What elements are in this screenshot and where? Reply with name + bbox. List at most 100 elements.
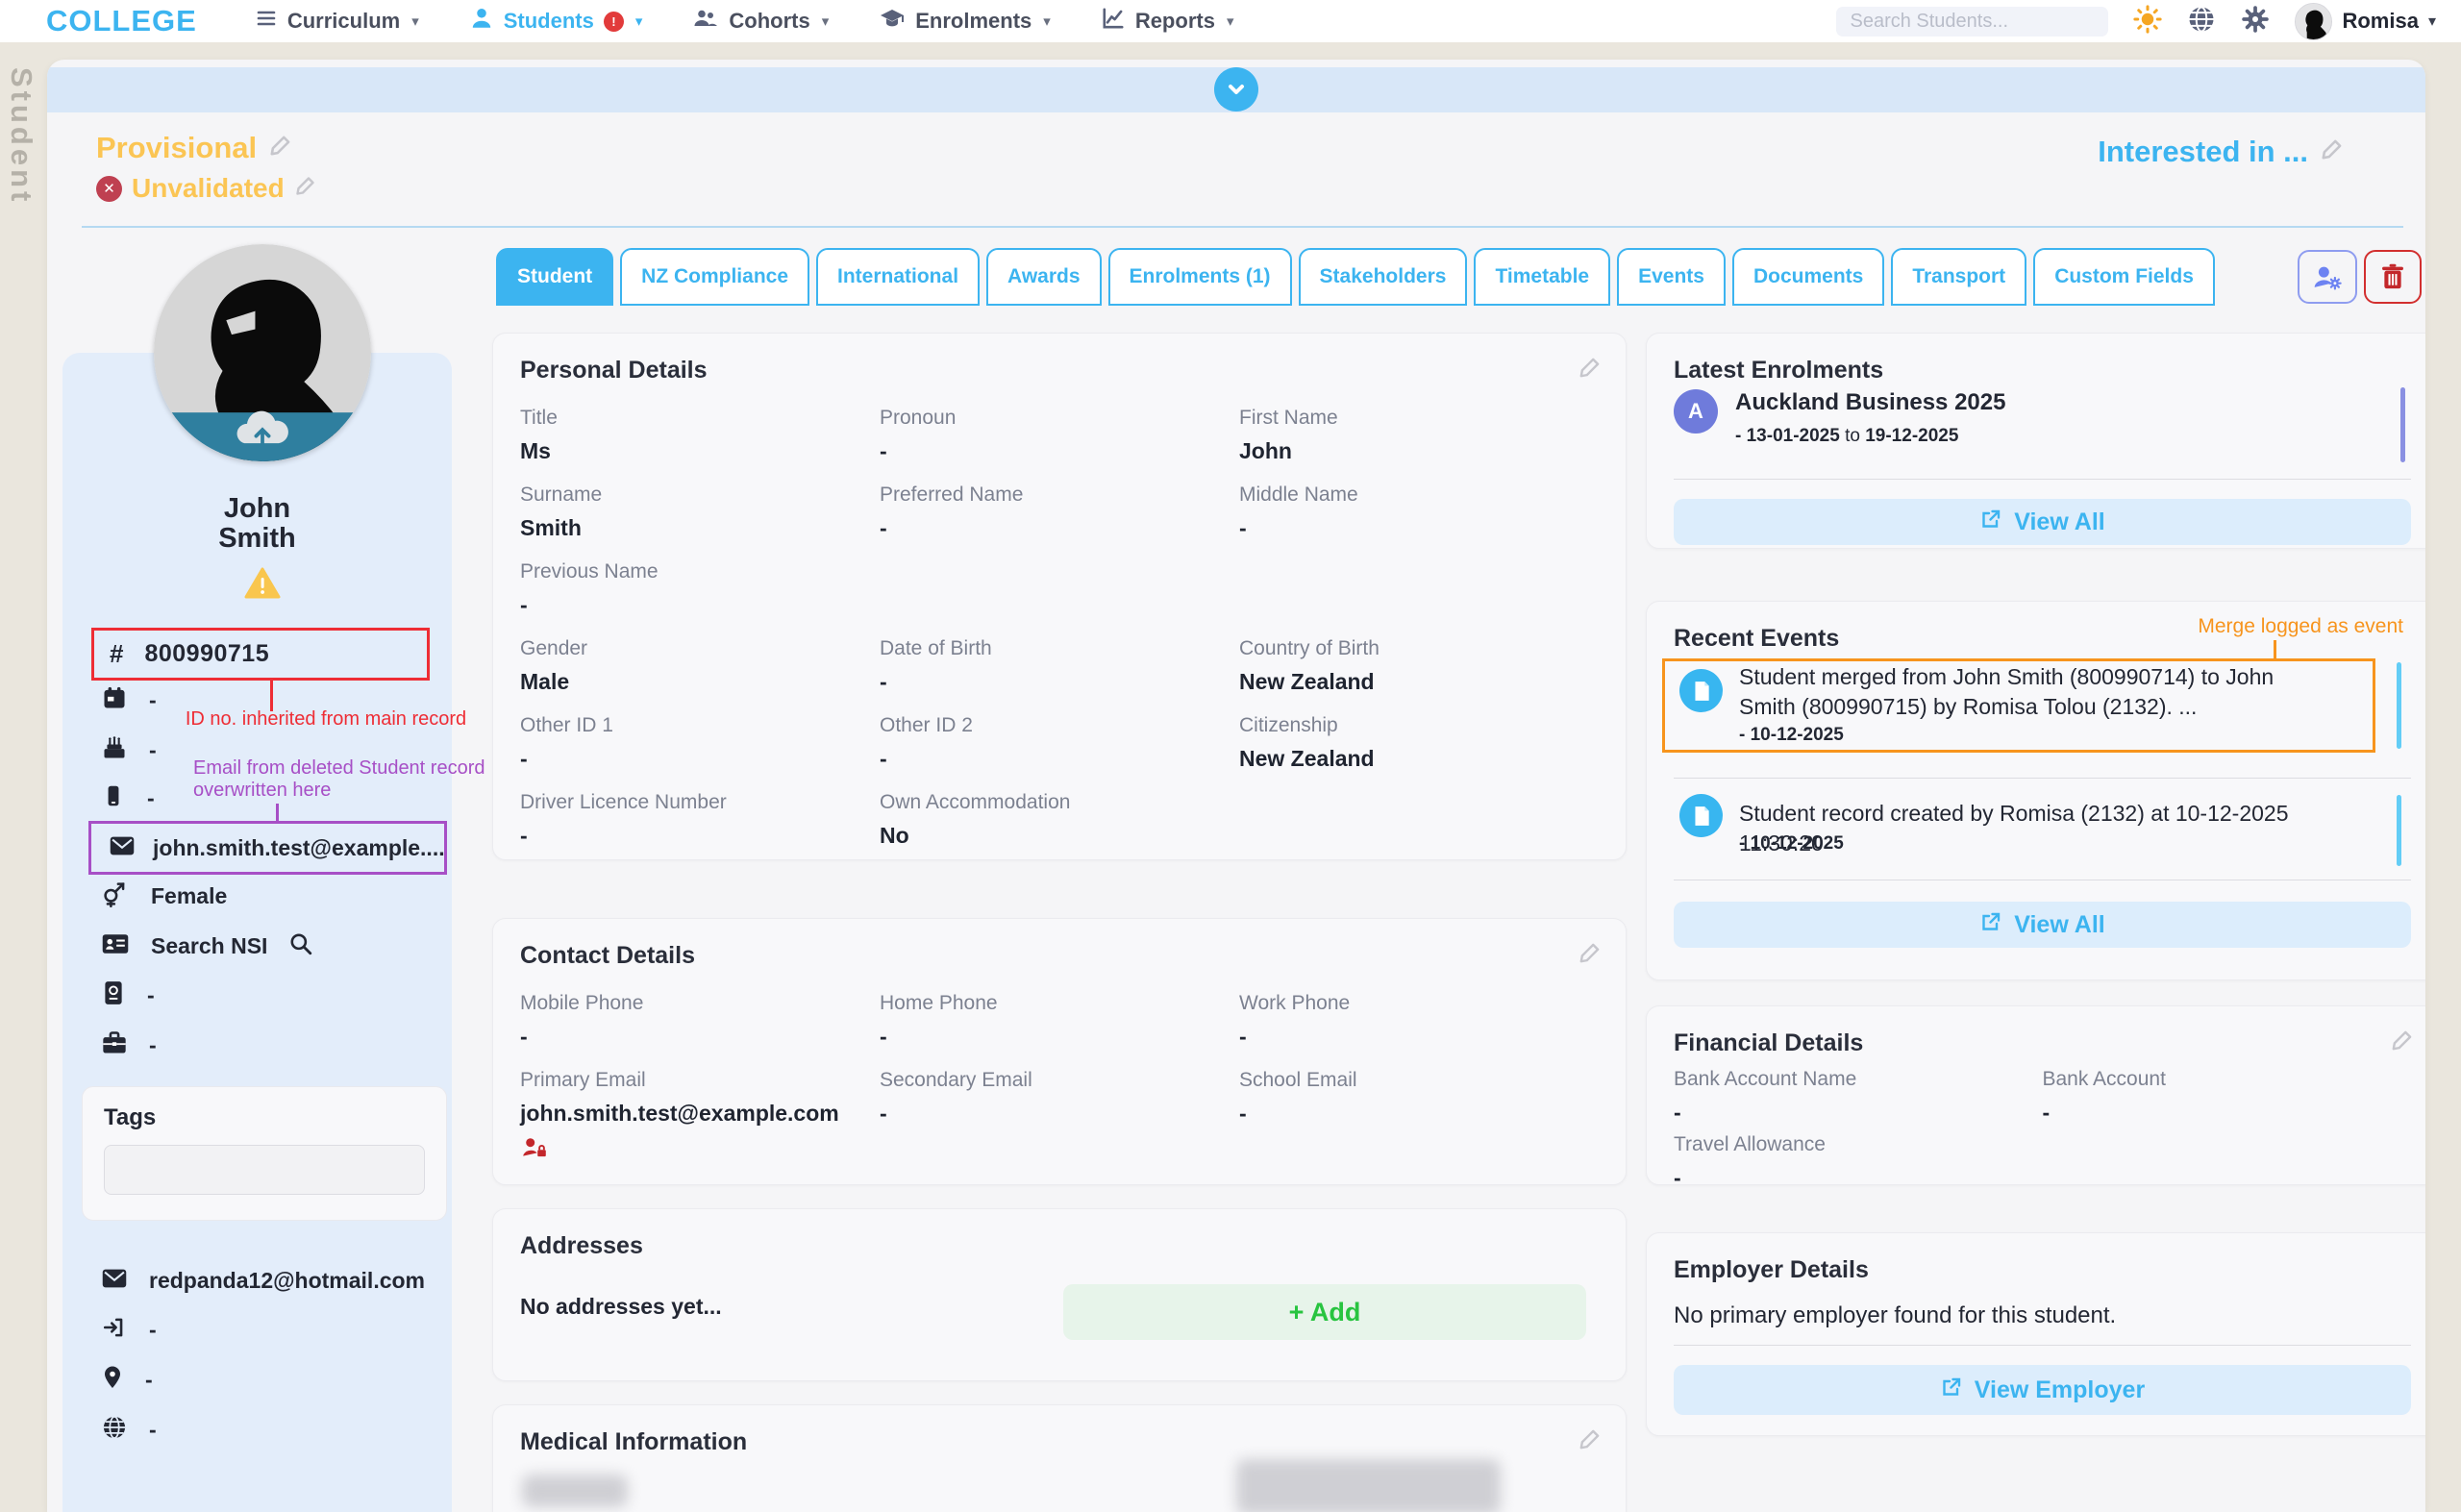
view-all-enrolments-button[interactable]: View All — [1674, 499, 2411, 545]
card-title: Medical Information — [520, 1428, 748, 1455]
hash-icon: # — [110, 639, 124, 668]
delete-student-button[interactable] — [2364, 250, 2422, 304]
user-menu[interactable]: Romisa ▾ — [2295, 2, 2436, 40]
pencil-icon[interactable] — [294, 173, 317, 204]
field: Primary Email john.smith.test@example.co… — [520, 1069, 880, 1157]
recent-events-card: Recent Events Merge logged as event Stud… — [1646, 601, 2425, 980]
tab-awards[interactable]: Awards — [986, 248, 1102, 306]
id-card-icon — [101, 931, 130, 961]
enrolment-item[interactable]: A Auckland Business 2025 - 13-01-2025 to… — [1674, 389, 2005, 447]
tab-custom-fields[interactable]: Custom Fields — [2033, 248, 2215, 306]
interest-row: Interested in ... — [2098, 135, 2345, 169]
chevron-down-icon: ▾ — [1043, 13, 1051, 30]
validation-label: Unvalidated — [132, 173, 285, 203]
tab-events[interactable]: Events — [1617, 248, 1726, 306]
field: Citizenship New Zealand — [1239, 714, 1375, 771]
note-icon — [1679, 669, 1723, 712]
field: Middle Name - — [1239, 483, 1358, 540]
employer-empty-text: No primary employer found for this stude… — [1674, 1302, 2117, 1328]
enrolment-scroll-bar — [2400, 387, 2405, 462]
tab-transport[interactable]: Transport — [1891, 248, 2027, 306]
person-icon — [469, 6, 494, 37]
avatar — [2295, 2, 2333, 40]
financial-fields: Bank Account Name - Bank Account - Travel … — [1674, 1068, 2411, 1199]
passport-row: - — [101, 978, 155, 1012]
tab-nz-compliance[interactable]: NZ Compliance — [620, 248, 810, 306]
pencil-icon[interactable] — [1578, 1426, 1603, 1456]
event-item[interactable] — [1679, 669, 1723, 712]
tab-documents[interactable]: Documents — [1731, 248, 1885, 306]
pencil-icon[interactable] — [1578, 940, 1603, 970]
enrolment-avatar: A — [1674, 389, 1718, 434]
employment-row: - — [101, 1028, 157, 1062]
divider — [1674, 479, 2411, 480]
app-logo[interactable]: COLLEGE — [46, 4, 197, 38]
tags-input[interactable] — [104, 1145, 425, 1195]
divider — [1674, 778, 2411, 779]
search-icon[interactable] — [288, 931, 313, 961]
card-title: Recent Events — [1674, 625, 1840, 652]
event-text: Student merged from John Smith (80099071… — [1739, 664, 2275, 719]
nsi-row[interactable]: Search NSI — [101, 929, 313, 963]
field: Driver Licence Number - — [520, 791, 727, 848]
menu-reports[interactable]: Reports ▾ — [1101, 6, 1233, 37]
tab-bar: Student NZ Compliance International Awar… — [496, 248, 2215, 306]
merge-note-connector — [2274, 640, 2276, 658]
mail-icon — [109, 834, 136, 862]
calendar-icon — [101, 684, 128, 716]
pencil-icon[interactable] — [2320, 135, 2345, 169]
tab-student[interactable]: Student — [496, 248, 614, 306]
sign-in-icon — [101, 1315, 128, 1345]
tab-enrolments[interactable]: Enrolments (1) — [1107, 248, 1292, 306]
employer-details-card: Employer Details No primary employer fou… — [1646, 1232, 2425, 1436]
id-note-connector — [270, 681, 273, 711]
view-employer-button[interactable]: View Employer — [1674, 1365, 2411, 1415]
chart-icon — [1101, 6, 1126, 37]
pencil-icon[interactable] — [2390, 1028, 2415, 1057]
interest-label: Interested in ... — [2098, 135, 2308, 168]
event-item[interactable] — [1679, 794, 1723, 837]
chevron-down-icon: ▾ — [821, 13, 830, 30]
event-date: - 10-12-2025 — [1739, 725, 1844, 745]
student-avatar[interactable] — [154, 244, 371, 461]
warning-icon[interactable] — [244, 567, 281, 604]
medical-card: Medical Information — [492, 1404, 1627, 1512]
collapse-toggle-button[interactable] — [1214, 67, 1258, 112]
view-all-events-button[interactable]: View All — [1674, 902, 2411, 948]
invalid-icon: ✕ — [96, 175, 122, 202]
manage-user-button[interactable] — [2298, 250, 2357, 304]
redacted-label — [522, 1475, 628, 1507]
addresses-empty-text: No addresses yet... — [520, 1294, 722, 1319]
pencil-icon[interactable] — [1578, 355, 1603, 384]
menu-cohorts[interactable]: Cohorts ▾ — [692, 6, 829, 37]
personal-fields: Title Ms Pronoun - First Name John Surname S… — [520, 407, 1599, 868]
website-row: - — [101, 1412, 157, 1447]
financial-details-card: Financial Details Bank Account Name - Ban… — [1646, 1005, 2425, 1190]
cake-icon — [101, 734, 128, 766]
tab-timetable[interactable]: Timetable — [1474, 248, 1611, 306]
card-title: Addresses — [520, 1232, 643, 1259]
add-address-button[interactable]: + Add — [1063, 1284, 1586, 1340]
gear-icon[interactable] — [2241, 5, 2270, 38]
tab-stakeholders[interactable]: Stakeholders — [1298, 248, 1468, 306]
menu-students[interactable]: Students ! ▾ — [469, 6, 642, 37]
contact-fields: Mobile Phone - Home Phone - Work Phone - Pr… — [520, 992, 1599, 1157]
card-title: Financial Details — [1674, 1029, 1864, 1056]
student-id-row: # 800990715 — [91, 628, 430, 681]
field: Date of Birth - — [880, 637, 992, 694]
field: First Name John — [1239, 407, 1338, 463]
mobile-icon — [101, 782, 126, 814]
sun-icon[interactable] — [2133, 4, 2163, 38]
card-title: Employer Details — [1674, 1256, 1869, 1283]
menu-enrolments[interactable]: Enrolments ▾ — [879, 6, 1051, 37]
primary-email-row: john.smith.test@example.... — [88, 821, 447, 875]
menu-curriculum[interactable]: Curriculum ▾ — [255, 7, 419, 36]
field: Pronoun - — [880, 407, 957, 463]
student-page-card: Provisional ✕ Unvalidated Interested in … — [47, 60, 2425, 1512]
field: Mobile Phone - — [520, 992, 644, 1049]
globe-icon[interactable] — [2187, 5, 2216, 38]
field: Preferred Name - — [880, 483, 1024, 540]
search-input[interactable] — [1836, 6, 2109, 37]
pencil-icon[interactable] — [268, 131, 293, 165]
tab-international[interactable]: International — [816, 248, 981, 306]
